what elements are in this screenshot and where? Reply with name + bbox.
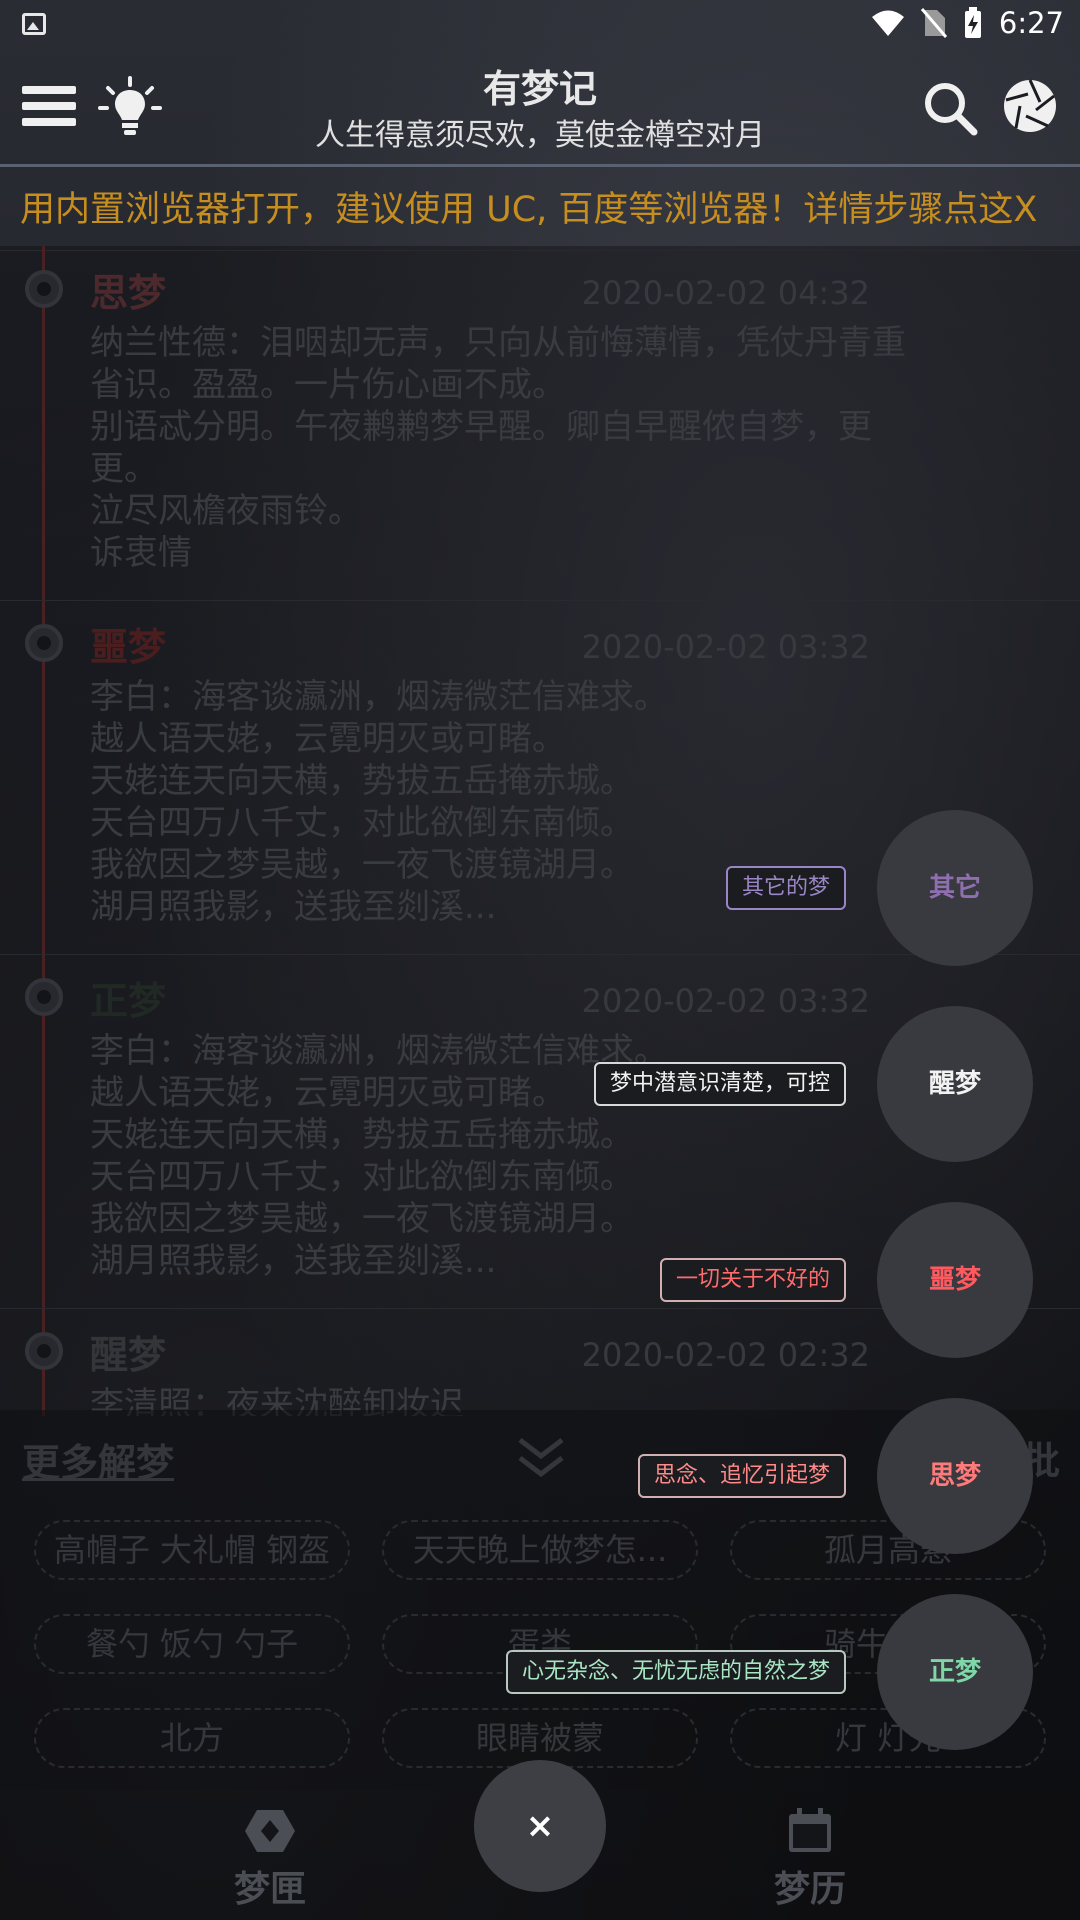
app-subtitle: 人生得意须尽欢，莫使金樽空对月 xyxy=(315,118,765,153)
fab-normal-button[interactable]: 正梦 xyxy=(877,1594,1033,1750)
fab-lucid-button[interactable]: 醒梦 xyxy=(877,1006,1033,1162)
close-menu-button[interactable]: × xyxy=(474,1760,606,1892)
status-bar: 6:27 xyxy=(0,0,1080,50)
fab-normal-label[interactable]: 心无杂念、无忧无虑的自然之梦 xyxy=(505,1650,846,1694)
gallery-notification-icon xyxy=(22,13,46,35)
top-app-bar: 有梦记 人生得意须尽欢，莫使金樽空对月 xyxy=(0,50,1080,167)
wifi-icon xyxy=(871,10,904,36)
notice-text: 用内置浏览器打开，建议使用 UC, 百度等浏览器！详情步骤点这X xyxy=(20,190,1038,230)
fab-nightmare-label[interactable]: 一切关于不好的 xyxy=(659,1258,846,1302)
camera-shutter-icon[interactable] xyxy=(1002,78,1058,134)
fab-lucid-label[interactable]: 梦中潜意识清楚，可控 xyxy=(593,1062,846,1106)
nav-dream-box[interactable]: 梦匣 xyxy=(190,1808,350,1912)
fab-other-button[interactable]: 其它 xyxy=(877,810,1033,966)
app-title: 有梦记 xyxy=(482,67,597,111)
search-icon[interactable] xyxy=(920,78,980,138)
nav-dream-calendar[interactable]: 梦历 xyxy=(730,1808,890,1912)
notice-ticker[interactable]: 用内置浏览器打开，建议使用 UC, 百度等浏览器！详情步骤点这X xyxy=(0,170,1080,251)
clock: 6:27 xyxy=(998,6,1064,40)
fab-longing-label[interactable]: 思念、追忆引起梦 xyxy=(637,1454,846,1498)
fab-nightmare-button[interactable]: 噩梦 xyxy=(877,1202,1033,1358)
battery-charging-icon xyxy=(964,7,981,38)
dream-box-icon xyxy=(245,1810,295,1852)
fab-other-label[interactable]: 其它的梦 xyxy=(725,866,846,910)
fab-longing-button[interactable]: 思梦 xyxy=(877,1398,1033,1554)
no-sim-icon xyxy=(920,8,947,38)
calendar-icon xyxy=(789,1808,831,1852)
